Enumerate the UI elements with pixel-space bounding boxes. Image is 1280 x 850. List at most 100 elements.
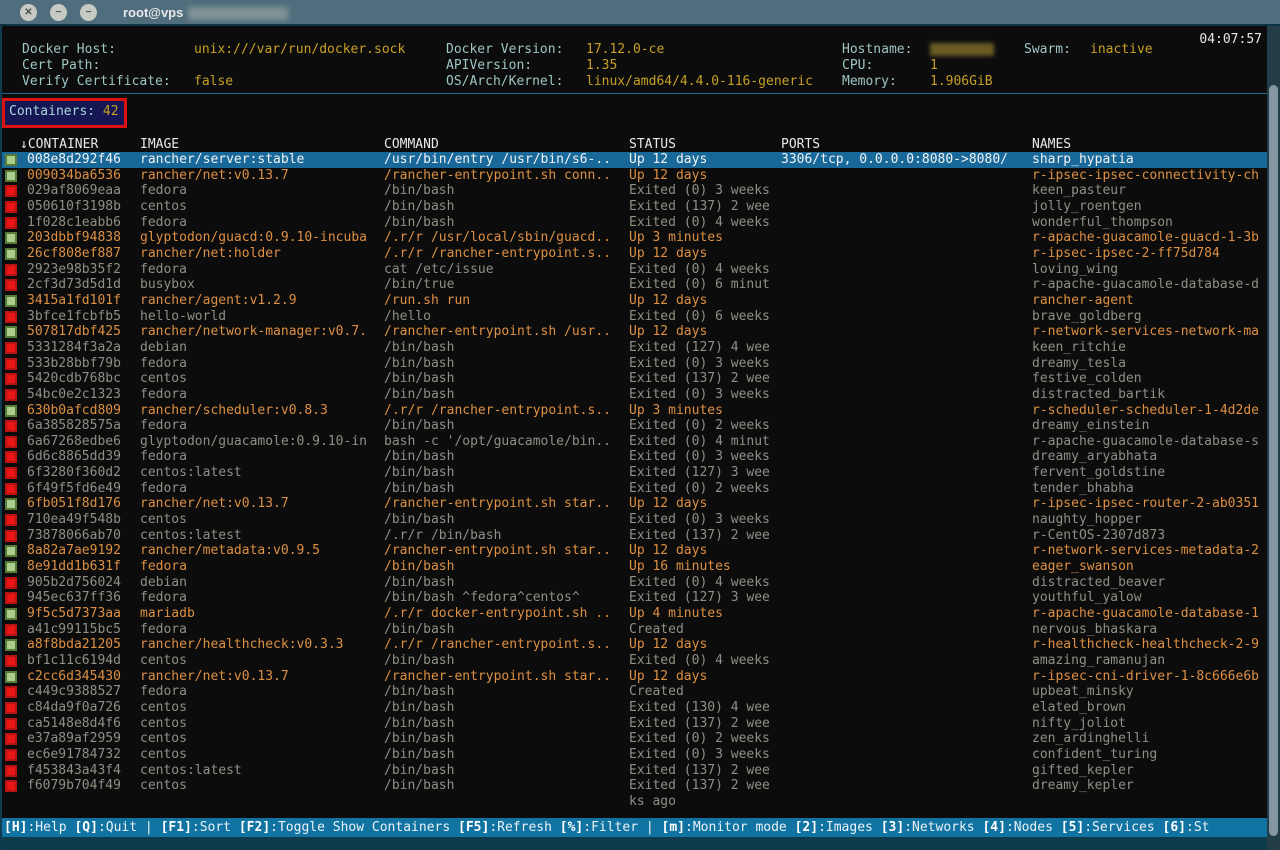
table-row[interactable]: 945ec637ff36fedora/bin/bash ^fedora^cent… [2, 590, 1267, 606]
table-row[interactable]: 1f028c1eabb6fedora/bin/bashExited (0) 4 … [2, 215, 1267, 231]
table-row[interactable]: 26cf808ef887rancher/net:holder/.r/r /ran… [2, 246, 1267, 262]
column-header-image: IMAGE [140, 137, 179, 152]
table-row[interactable]: bf1c11c6194dcentos/bin/bashExited (0) 4 … [2, 653, 1267, 669]
container-command: /.r/r /rancher-entrypoint.s.. [384, 403, 626, 419]
stopped-status-icon [5, 624, 17, 636]
stopped-status-icon [5, 420, 17, 432]
container-id: 8a82a7ae9192 [27, 543, 121, 559]
container-name: dreamy_tesla [1032, 356, 1260, 372]
container-id: 533b28bbf79b [27, 356, 121, 372]
container-table-body: 008e8d292f46rancher/server:stable/usr/bi… [2, 152, 1267, 810]
table-row[interactable]: 2923e98b35f2fedoracat /etc/issueExited (… [2, 262, 1267, 278]
container-status: Exited (0) 4 weeks [629, 575, 779, 591]
table-row[interactable]: 54bc0e2c1323fedora/bin/bashExited (0) 3 … [2, 387, 1267, 403]
container-image: centos [140, 731, 380, 747]
container-id: a8f8bda21205 [27, 637, 121, 653]
table-row[interactable]: c2cc6d345430rancher/net:v0.13.7/rancher-… [2, 669, 1267, 685]
container-name: sharp_hypatia [1032, 152, 1260, 168]
container-command: /bin/bash [384, 716, 626, 732]
container-status: Exited (130) 4 wee [629, 700, 779, 716]
table-row[interactable]: ca5148e8d4f6centos/bin/bashExited (137) … [2, 716, 1267, 732]
docker-host-value: unix:///var/run/docker.sock [194, 42, 405, 57]
docker-version-value: 17.12.0-ce [586, 42, 664, 57]
table-row[interactable]: e37a89af2959centos/bin/bashExited (0) 2 … [2, 731, 1267, 747]
stopped-status-icon [5, 686, 17, 698]
terminal-screen: 04:07:57 Docker Host: unix:///var/run/do… [0, 26, 1280, 850]
stopped-status-icon [5, 718, 17, 730]
table-row[interactable]: 8a82a7ae9192rancher/metadata:v0.9.5/ranc… [2, 543, 1267, 559]
container-name: rancher-agent [1032, 293, 1260, 309]
container-name: nervous_bhaskara [1032, 622, 1260, 638]
table-row[interactable]: 533b28bbf79bfedora/bin/bashExited (0) 3 … [2, 356, 1267, 372]
minimize-button[interactable]: − [50, 4, 67, 21]
table-row[interactable]: 6a67268edbe6glyptodon/guacamole:0.9.10-i… [2, 434, 1267, 450]
table-row[interactable]: 029af8069eaafedora/bin/bashExited (0) 3 … [2, 183, 1267, 199]
statusbar-key-hint: [%] [560, 820, 583, 835]
container-image: centos [140, 653, 380, 669]
table-row[interactable]: 8e91dd1b631ffedora/bin/bashUp 16 minutes… [2, 559, 1267, 575]
container-id: 630b0afcd809 [27, 403, 121, 419]
container-status: Exited (0) 3 weeks [629, 512, 779, 528]
table-row[interactable]: 6f49f5fd6e49fedora/bin/bashExited (0) 2 … [2, 481, 1267, 497]
running-status-icon [5, 608, 17, 620]
container-image: rancher/scheduler:v0.8.3 [140, 403, 380, 419]
table-row[interactable]: f6079b704f49centos/bin/bashExited (137) … [2, 778, 1267, 794]
table-row[interactable]: 6d6c8865dd39fedora/bin/bashExited (0) 3 … [2, 449, 1267, 465]
clock: 04:07:57 [1199, 32, 1262, 47]
table-row[interactable]: 5420cdb768bccentos/bin/bashExited (137) … [2, 371, 1267, 387]
container-name: r-ipsec-ipsec-connectivity-ch [1032, 168, 1260, 184]
container-name: gifted_kepler [1032, 763, 1260, 779]
table-row[interactable]: 203dbbf94838glyptodon/guacd:0.9.10-incub… [2, 230, 1267, 246]
scrollbar[interactable] [1267, 26, 1280, 850]
table-row[interactable]: 050610f3198bcentos/bin/bashExited (137) … [2, 199, 1267, 215]
container-name: r-healthcheck-healthcheck-2-9 [1032, 637, 1260, 653]
container-image: fedora [140, 684, 380, 700]
table-row[interactable]: 6a385828575afedora/bin/bashExited (0) 2 … [2, 418, 1267, 434]
table-row[interactable]: ks ago [2, 794, 1267, 810]
container-name: amazing_ramanujan [1032, 653, 1260, 669]
table-row[interactable]: 710ea49f548bcentos/bin/bashExited (0) 3 … [2, 512, 1267, 528]
cpu-label: CPU: [842, 58, 873, 73]
table-row[interactable]: 3bfce1fcbfb5hello-world/helloExited (0) … [2, 309, 1267, 325]
running-status-icon [5, 170, 17, 182]
container-status: Up 3 minutes [629, 230, 779, 246]
table-row[interactable]: f453843a43f4centos:latest/bin/bashExited… [2, 763, 1267, 779]
table-row[interactable]: a41c99115bc5fedora/bin/bashCreatednervou… [2, 622, 1267, 638]
container-image: rancher/healthcheck:v0.3.3 [140, 637, 380, 653]
container-status: Exited (0) 3 weeks [629, 449, 779, 465]
table-row[interactable]: 2cf3d73d5d1dbusybox/bin/trueExited (0) 6… [2, 277, 1267, 293]
container-command: /bin/bash [384, 215, 626, 231]
scrollbar-thumb[interactable] [1269, 85, 1278, 836]
table-row[interactable]: ec6e91784732centos/bin/bashExited (0) 3 … [2, 747, 1267, 763]
container-command: /bin/bash [384, 183, 626, 199]
container-name: youthful_yalow [1032, 590, 1260, 606]
table-row[interactable]: 6fb051f8d176rancher/net:v0.13.7/rancher-… [2, 496, 1267, 512]
statusbar-key-hint: [5] [1061, 820, 1084, 835]
close-button[interactable]: ✕ [20, 4, 37, 21]
table-row[interactable]: 009034ba6536rancher/net:v0.13.7/rancher-… [2, 168, 1267, 184]
table-row[interactable]: 630b0afcd809 rancher/scheduler:v0.8.3/.r/… [2, 403, 1267, 419]
container-id: ec6e91784732 [27, 747, 121, 763]
table-row[interactable]: 6f3280f360d2centos:latest/bin/bashExited… [2, 465, 1267, 481]
table-row[interactable]: c84da9f0a726centos/bin/bashExited (130) … [2, 700, 1267, 716]
running-status-icon [5, 405, 17, 417]
table-row[interactable]: 5331284f3a2adebian/bin/bashExited (127) … [2, 340, 1267, 356]
table-row[interactable]: 507817dbf425rancher/network-manager:v0.7… [2, 324, 1267, 340]
maximize-button[interactable]: − [80, 4, 97, 21]
container-status: Exited (0) 3 weeks [629, 356, 779, 372]
table-row[interactable]: c449c9388527fedora/bin/bashCreatedupbeat… [2, 684, 1267, 700]
table-row[interactable]: 3415a1fd101francher/agent:v1.2.9/run.sh … [2, 293, 1267, 309]
table-row[interactable]: 905b2d756024debian/bin/bashExited (0) 4 … [2, 575, 1267, 591]
table-row[interactable]: 73878066ab70centos:latest/.r/r /bin/bash… [2, 528, 1267, 544]
table-row[interactable]: a8f8bda21205rancher/healthcheck:v0.3.3/.… [2, 637, 1267, 653]
container-name: jolly_roentgen [1032, 199, 1260, 215]
container-id: 710ea49f548b [27, 512, 121, 528]
container-name: r-network-services-metadata-2 [1032, 543, 1260, 559]
container-command: /hello [384, 309, 626, 325]
container-status: Exited (137) 2 wee [629, 371, 779, 387]
container-image: hello-world [140, 309, 380, 325]
table-row[interactable]: 9f5c5d7373aamariadb/.r/r docker-entrypoi… [2, 606, 1267, 622]
table-row[interactable]: 008e8d292f46rancher/server:stable/usr/bi… [2, 152, 1267, 168]
container-id: 6a385828575a [27, 418, 121, 434]
window-titlebar[interactable]: ✕ − − root@vps [0, 0, 1280, 26]
